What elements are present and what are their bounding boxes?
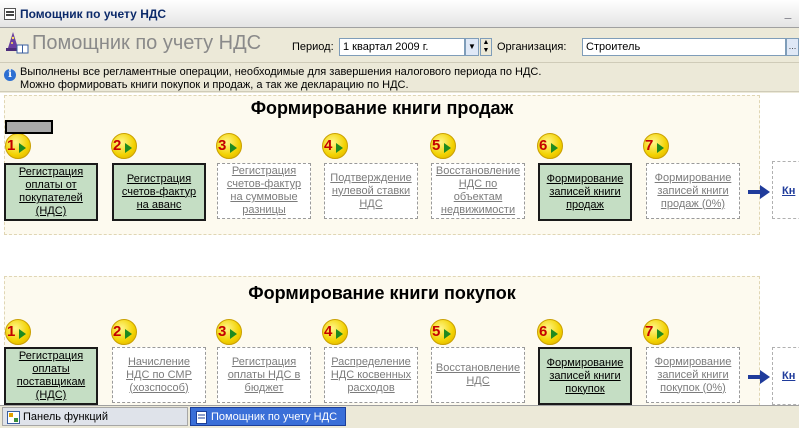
sales-book-link[interactable]: Кн: [782, 185, 795, 197]
sales-step-1-badge: 1: [5, 133, 31, 159]
sales-step-3-button[interactable]: Регистрация счетов-фактур на суммовые ра…: [217, 163, 311, 219]
purchases-step-7-badge: 7: [643, 319, 669, 345]
sales-book-title: Формирование книги продаж: [250, 98, 514, 118]
sales-step-7-button[interactable]: Формирование записей книги продаж (0%): [646, 163, 740, 219]
purchases-step-2-button[interactable]: Начисление НДС по СМР (хозспособ): [112, 347, 206, 403]
info-text-line-1: Выполнены все регламентные операции, нео…: [20, 66, 542, 78]
purchases-step-1-badge: 1: [5, 319, 31, 345]
organization-field[interactable]: Строитель: [582, 38, 786, 56]
green-arrow-icon: [125, 329, 132, 339]
period-dropdown-button[interactable]: ▼: [465, 38, 479, 56]
info-icon: i: [4, 69, 16, 81]
minimize-icon[interactable]: _: [780, 7, 796, 20]
sales-step-4-badge: 4: [322, 133, 348, 159]
taskbar-item-label: Помощник по учету НДС: [211, 411, 338, 423]
period-label: Период:: [292, 41, 334, 53]
window-titlebar: Помощник по учету НДС _: [0, 0, 799, 28]
purchases-step-6-button[interactable]: Формирование записей книги покупок: [538, 347, 632, 405]
sales-step-7-badge: 7: [643, 133, 669, 159]
document-icon: [196, 411, 207, 424]
green-arrow-icon: [336, 329, 343, 339]
taskbar-item-functions-panel[interactable]: Панель функций: [2, 407, 188, 426]
purchases-step-5-button[interactable]: Восстановление НДС: [431, 347, 525, 403]
sales-step-2-button[interactable]: Регистрация счетов-фактур на аванс: [112, 163, 206, 221]
window-menu-icon[interactable]: [4, 8, 16, 20]
purchases-next-arrow-icon: [748, 370, 772, 384]
wizard-icon: [6, 32, 29, 54]
purchases-step-4-button[interactable]: Распределение НДС косвенных расходов: [324, 347, 418, 403]
workflow-area: Формирование книги продаж Формирование к…: [0, 93, 799, 405]
green-arrow-icon: [125, 143, 132, 153]
green-arrow-icon: [230, 143, 237, 153]
purchases-step-3-badge: 3: [216, 319, 242, 345]
green-arrow-icon: [230, 329, 237, 339]
green-arrow-icon: [657, 143, 664, 153]
green-arrow-icon: [444, 329, 451, 339]
organization-label: Организация:: [497, 41, 567, 53]
window-title: Помощник по учету НДС: [20, 7, 167, 21]
period-select[interactable]: 1 квартал 2009 г.: [339, 38, 465, 56]
sales-step-4-button[interactable]: Подтверждение нулевой ставки НДС: [324, 163, 418, 219]
page-title: Помощник по учету НДС: [32, 32, 262, 54]
sales-next-arrow-icon: [748, 185, 772, 199]
sales-step-5-badge: 5: [430, 133, 456, 159]
purchases-step-1-button[interactable]: Регистрация оплаты поставщикам (НДС): [4, 347, 98, 405]
purchases-book-link[interactable]: Кн: [782, 370, 795, 382]
sales-step-3-badge: 3: [216, 133, 242, 159]
green-arrow-icon: [551, 143, 558, 153]
period-spinner[interactable]: ▲ ▼: [480, 38, 492, 56]
purchases-step-7-button[interactable]: Формирование записей книги покупок (0%): [646, 347, 740, 403]
taskbar-item-label: Панель функций: [23, 411, 108, 423]
sales-step-1-button[interactable]: Регистрация оплаты от покупателей (НДС): [4, 163, 98, 221]
functions-panel-icon: [7, 411, 20, 424]
sales-step-6-badge: 6: [537, 133, 563, 159]
green-arrow-icon: [657, 329, 664, 339]
sales-step-2-badge: 2: [111, 133, 137, 159]
organization-select-button[interactable]: …: [786, 38, 799, 56]
purchases-step-5-badge: 5: [430, 319, 456, 345]
purchases-book-title: Формирование книги покупок: [248, 283, 516, 303]
purchases-step-4-badge: 4: [322, 319, 348, 345]
green-arrow-icon: [19, 143, 26, 153]
purchases-step-3-button[interactable]: Регистрация оплаты НДС в бюджет: [217, 347, 311, 403]
green-arrow-icon: [336, 143, 343, 153]
purchases-step-2-badge: 2: [111, 319, 137, 345]
sales-step-6-button[interactable]: Формирование записей книги продаж: [538, 163, 632, 221]
green-arrow-icon: [551, 329, 558, 339]
taskbar-item-vat-assistant[interactable]: Помощник по учету НДС: [190, 407, 346, 426]
status-chip: [5, 120, 53, 134]
green-arrow-icon: [444, 143, 451, 153]
green-arrow-icon: [19, 329, 26, 339]
purchases-step-6-badge: 6: [537, 319, 563, 345]
info-text-line-2: Можно формировать книги покупок и продаж…: [20, 79, 409, 91]
sales-step-5-button[interactable]: Восстановление НДС по объектам недвижимо…: [431, 163, 525, 219]
